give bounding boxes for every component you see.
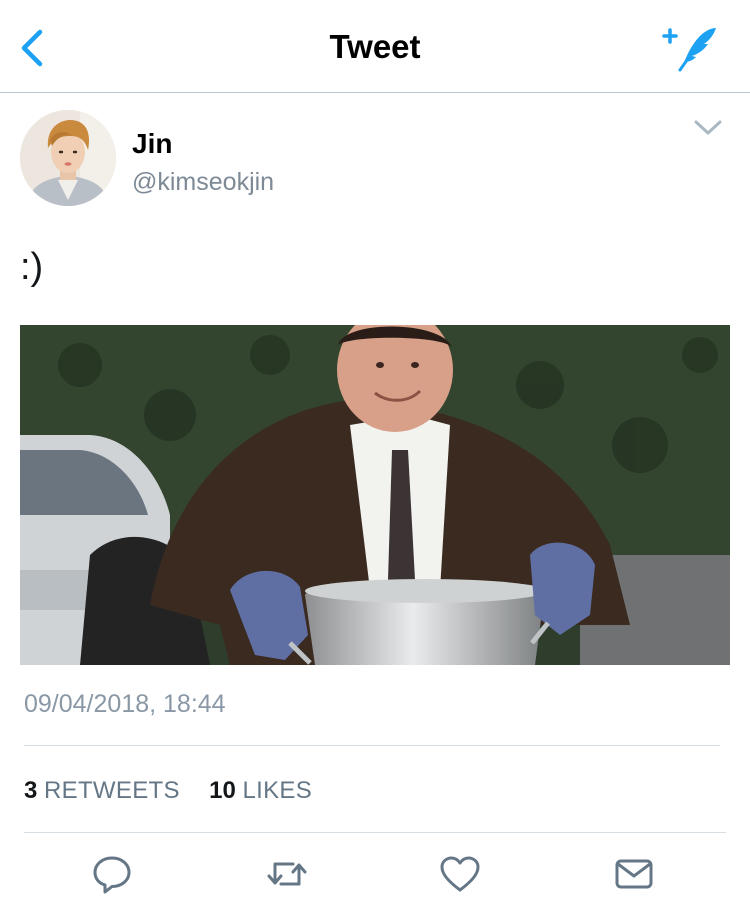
tweet-options-button[interactable]: [690, 112, 726, 142]
divider: [24, 745, 720, 746]
direct-message-button[interactable]: [612, 852, 656, 896]
page-title: Tweet: [329, 28, 421, 65]
likes-label: LIKES: [242, 777, 313, 804]
likes-stat[interactable]: 10 LIKES: [209, 777, 312, 804]
media-image: [20, 325, 730, 665]
like-icon: [440, 856, 480, 892]
retweets-stat[interactable]: 3 RETWEETS: [24, 777, 186, 804]
profile-photo: [20, 110, 116, 206]
avatar[interactable]: [20, 110, 116, 206]
navigation-bar: Tweet: [0, 0, 750, 93]
chevron-down-icon: [694, 120, 722, 135]
retweet-button[interactable]: [265, 852, 309, 896]
compose-tweet-icon: [662, 28, 716, 72]
tweet-timestamp: 09/04/2018, 18:44: [24, 690, 226, 718]
tweet-stats: 3 RETWEETS 10 LIKES: [24, 777, 312, 805]
like-button[interactable]: [438, 852, 482, 896]
retweet-icon: [267, 862, 307, 886]
divider: [24, 832, 726, 833]
direct-message-icon: [615, 859, 653, 889]
author-handle[interactable]: @kimseokjin: [132, 168, 274, 197]
retweets-label: RETWEETS: [44, 777, 180, 804]
reply-icon: [93, 856, 131, 894]
tweet-media[interactable]: [20, 325, 730, 665]
compose-tweet-button[interactable]: [660, 22, 720, 72]
retweets-count: 3: [24, 777, 38, 804]
tweet-text: :): [20, 246, 44, 288]
likes-count: 10: [209, 777, 236, 804]
reply-button[interactable]: [90, 852, 134, 896]
author-name[interactable]: Jin: [132, 128, 172, 160]
